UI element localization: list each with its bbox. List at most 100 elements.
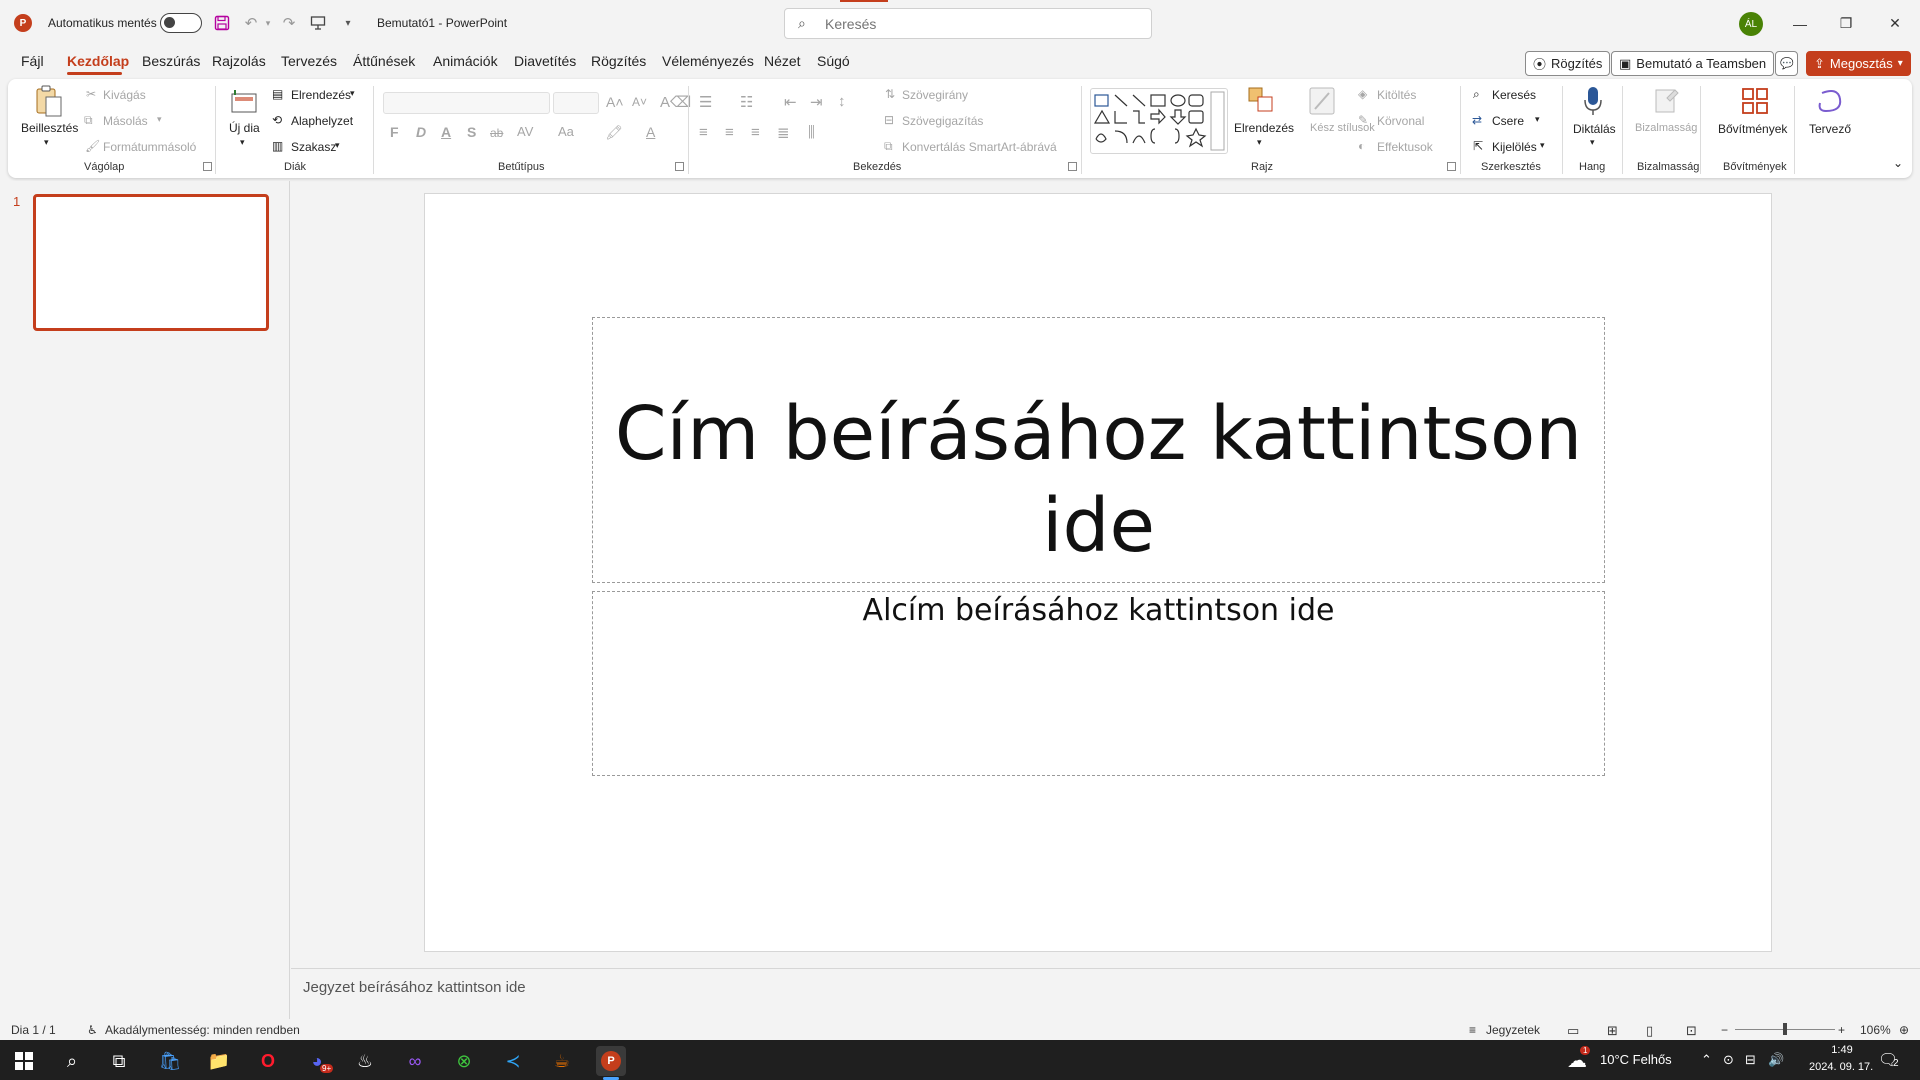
format-painter-button[interactable]: Formátummásoló	[103, 140, 196, 154]
subtitle-placeholder[interactable]: Alcím beírásához kattintson ide	[592, 591, 1605, 776]
visual-studio-icon[interactable]: ∞	[400, 1046, 430, 1076]
shadow-button[interactable]: S	[467, 124, 476, 140]
copy-chevron-icon[interactable]: ▾	[157, 114, 162, 125]
tab-view[interactable]: Nézet	[764, 53, 801, 69]
search-icon[interactable]: ⌕	[57, 1046, 87, 1076]
justify-icon[interactable]: ≣	[777, 124, 790, 142]
steam-icon[interactable]: ♨	[350, 1046, 380, 1076]
addins-button[interactable]: Bővítmények	[1718, 122, 1787, 136]
avatar[interactable]: ÁL	[1739, 12, 1763, 36]
notes-pane[interactable]	[291, 968, 1920, 1019]
section-chevron-icon[interactable]: ▾	[335, 140, 340, 151]
zoom-in-icon[interactable]: +	[1838, 1023, 1845, 1037]
columns-icon[interactable]: ⫼	[808, 124, 815, 141]
align-right-icon[interactable]: ≡	[751, 124, 760, 141]
slideshow-icon[interactable]: ⊡	[1686, 1023, 1697, 1039]
tab-file[interactable]: Fájl	[21, 53, 44, 69]
decrease-indent-icon[interactable]: ⇤	[784, 93, 797, 111]
search-input[interactable]	[825, 14, 1125, 34]
arrange-icon[interactable]	[1245, 84, 1277, 116]
powerpoint-taskbar-icon[interactable]: P	[596, 1046, 626, 1076]
tab-help[interactable]: Súgó	[817, 53, 850, 69]
select-button[interactable]: Kijelölés	[1492, 140, 1537, 154]
weather-text[interactable]: 10°C Felhős	[1600, 1052, 1672, 1067]
text-direction-button[interactable]: Szövegirány	[902, 88, 968, 102]
designer-button[interactable]: Tervező	[1809, 122, 1851, 136]
bold-button[interactable]: F	[390, 124, 399, 140]
tab-slideshow[interactable]: Diavetítés	[514, 53, 576, 69]
grow-font-icon[interactable]: A˄	[606, 94, 624, 110]
replace-button[interactable]: Csere	[1492, 114, 1524, 128]
layout-chevron-icon[interactable]: ▾	[350, 88, 355, 99]
fit-to-window-icon[interactable]: ⊕	[1899, 1023, 1909, 1037]
xbox-icon[interactable]: ⊗	[449, 1046, 479, 1076]
new-slide-button[interactable]: Új dia	[229, 121, 260, 135]
paste-icon[interactable]	[34, 84, 64, 118]
italic-button[interactable]: D	[416, 124, 426, 140]
align-text-button[interactable]: Szövegigazítás	[902, 114, 983, 128]
share-button[interactable]: ⇪ Megosztás ▾	[1806, 51, 1911, 76]
vscode-icon[interactable]: ≺	[498, 1046, 528, 1076]
arrange-button[interactable]: Elrendezés	[1234, 121, 1294, 135]
paragraph-launcher-icon[interactable]	[1068, 162, 1077, 171]
tab-review[interactable]: Véleményezés	[662, 53, 754, 69]
select-chevron-icon[interactable]: ▾	[1540, 140, 1545, 151]
java-icon[interactable]: ☕	[547, 1046, 577, 1076]
arrange-chevron-icon[interactable]: ▾	[1257, 137, 1262, 148]
zoom-slider-thumb[interactable]	[1783, 1023, 1787, 1035]
customize-qat-icon[interactable]: ▾	[337, 12, 359, 34]
new-slide-chevron-icon[interactable]: ▾	[240, 137, 245, 148]
comments-button[interactable]: 💬	[1775, 51, 1798, 76]
file-explorer-icon[interactable]: 📁	[204, 1046, 234, 1076]
close-icon[interactable]: ✕	[1872, 0, 1918, 47]
slide-thumbnail[interactable]	[33, 194, 269, 331]
shrink-font-icon[interactable]: A˅	[632, 95, 647, 109]
section-button[interactable]: Szakasz	[291, 140, 336, 154]
reset-button[interactable]: Alaphelyzet	[291, 114, 353, 128]
font-color-icon[interactable]: A	[646, 124, 655, 140]
chevron-up-icon[interactable]: ⌃	[1701, 1052, 1712, 1068]
redo-icon[interactable]: ↷	[278, 12, 300, 34]
designer-icon[interactable]	[1815, 84, 1845, 118]
quick-styles-icon[interactable]	[1307, 85, 1337, 117]
opera-icon[interactable]: O	[253, 1046, 283, 1076]
microphone-icon[interactable]	[1580, 84, 1606, 118]
layout-button[interactable]: Elrendezés	[291, 88, 351, 102]
undo-dropdown-icon[interactable]: ▾	[262, 12, 274, 34]
tab-insert[interactable]: Beszúrás	[142, 53, 200, 69]
save-icon[interactable]	[211, 12, 233, 34]
clock-date[interactable]: 2024. 09. 17.	[1809, 1061, 1873, 1073]
volume-icon[interactable]: 🔊	[1768, 1052, 1784, 1068]
shape-fill-button[interactable]: Kitöltés	[1377, 88, 1416, 102]
tab-home[interactable]: Kezdőlap	[67, 53, 129, 69]
align-left-icon[interactable]: ≡	[699, 124, 708, 141]
drawing-launcher-icon[interactable]	[1447, 162, 1456, 171]
clipboard-launcher-icon[interactable]	[203, 162, 212, 171]
present-in-teams-button[interactable]: ▣ Bemutató a Teamsben	[1611, 51, 1775, 76]
highlight-icon[interactable]: 🖍	[605, 124, 623, 141]
sensitivity-button[interactable]: Bizalmasság	[1635, 122, 1697, 134]
location-icon[interactable]: ⊙	[1723, 1052, 1734, 1068]
normal-view-icon[interactable]: ▭	[1567, 1023, 1579, 1039]
tab-transitions[interactable]: Áttűnések	[353, 53, 415, 69]
undo-icon[interactable]: ↶	[240, 12, 262, 34]
paste-chevron-icon[interactable]: ▾	[44, 137, 49, 148]
replace-chevron-icon[interactable]: ▾	[1535, 114, 1540, 125]
character-spacing-icon[interactable]: AV	[517, 124, 533, 139]
tab-draw[interactable]: Rajzolás	[212, 53, 266, 69]
powerpoint-icon[interactable]: P	[14, 14, 32, 32]
underline-button[interactable]: A	[441, 124, 451, 140]
paste-button[interactable]: Beillesztés	[21, 121, 78, 135]
font-family-select[interactable]	[383, 92, 550, 114]
cut-button[interactable]: Kivágás	[103, 88, 146, 102]
find-button[interactable]: Keresés	[1492, 88, 1536, 102]
copy-button[interactable]: Másolás	[103, 114, 148, 128]
tab-animations[interactable]: Animációk	[433, 53, 498, 69]
zoom-out-icon[interactable]: −	[1721, 1023, 1728, 1037]
tab-design[interactable]: Tervezés	[281, 53, 337, 69]
tab-record[interactable]: Rögzítés	[591, 53, 646, 69]
autosave-toggle[interactable]	[160, 13, 202, 33]
new-slide-icon[interactable]	[229, 86, 259, 116]
numbering-icon[interactable]: ☷	[740, 93, 753, 111]
present-from-start-icon[interactable]	[307, 12, 329, 34]
